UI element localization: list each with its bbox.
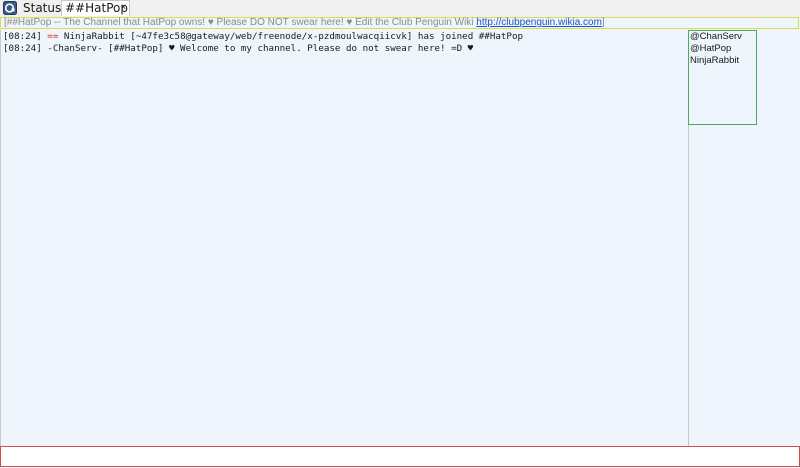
message-line: [08:24] -ChanServ- [##HatPop] ♥ Welcome … (3, 43, 473, 54)
tab-bar: Status ##HatPop x (0, 0, 800, 18)
irc-client-icon[interactable] (3, 1, 17, 15)
topic-close-bracket: ] (601, 17, 605, 28)
tab-status-label: Status (23, 1, 62, 15)
user-list: @ChanServ @HatPop NinjaRabbit (688, 30, 800, 446)
user-item[interactable]: NinjaRabbit (690, 55, 739, 67)
channel-topic-bar: [##HatPop -- The Channel that HatPop own… (0, 17, 800, 30)
message-input[interactable] (0, 446, 800, 467)
topic-text: [##HatPop -- The Channel that HatPop own… (4, 17, 477, 28)
message-text: -ChanServ- [##HatPop] ♥ Welcome to my ch… (47, 43, 474, 54)
message-line: [08:24] == NinjaRabbit [~47fe3c58@gatewa… (3, 31, 523, 42)
tab-status[interactable]: Status (21, 1, 63, 16)
user-item[interactable]: @ChanServ (690, 31, 742, 43)
message-time: [08:24] (3, 43, 42, 54)
topic-link[interactable]: http://clubpenguin.wikia.com (476, 17, 602, 28)
channel-topic: [##HatPop -- The Channel that HatPop own… (4, 17, 605, 29)
join-marker: == (47, 31, 59, 42)
user-item[interactable]: @HatPop (690, 43, 731, 55)
message-text: NinjaRabbit [~47fe3c58@gateway/web/freen… (63, 31, 524, 42)
tab-channel-label: ##HatPop (65, 1, 128, 15)
message-area[interactable]: [08:24] == NinjaRabbit [~47fe3c58@gatewa… (0, 30, 688, 446)
close-icon[interactable]: x (121, 0, 126, 14)
tab-channel-hatpop[interactable]: ##HatPop x (61, 0, 130, 16)
message-time: [08:24] (3, 31, 42, 42)
